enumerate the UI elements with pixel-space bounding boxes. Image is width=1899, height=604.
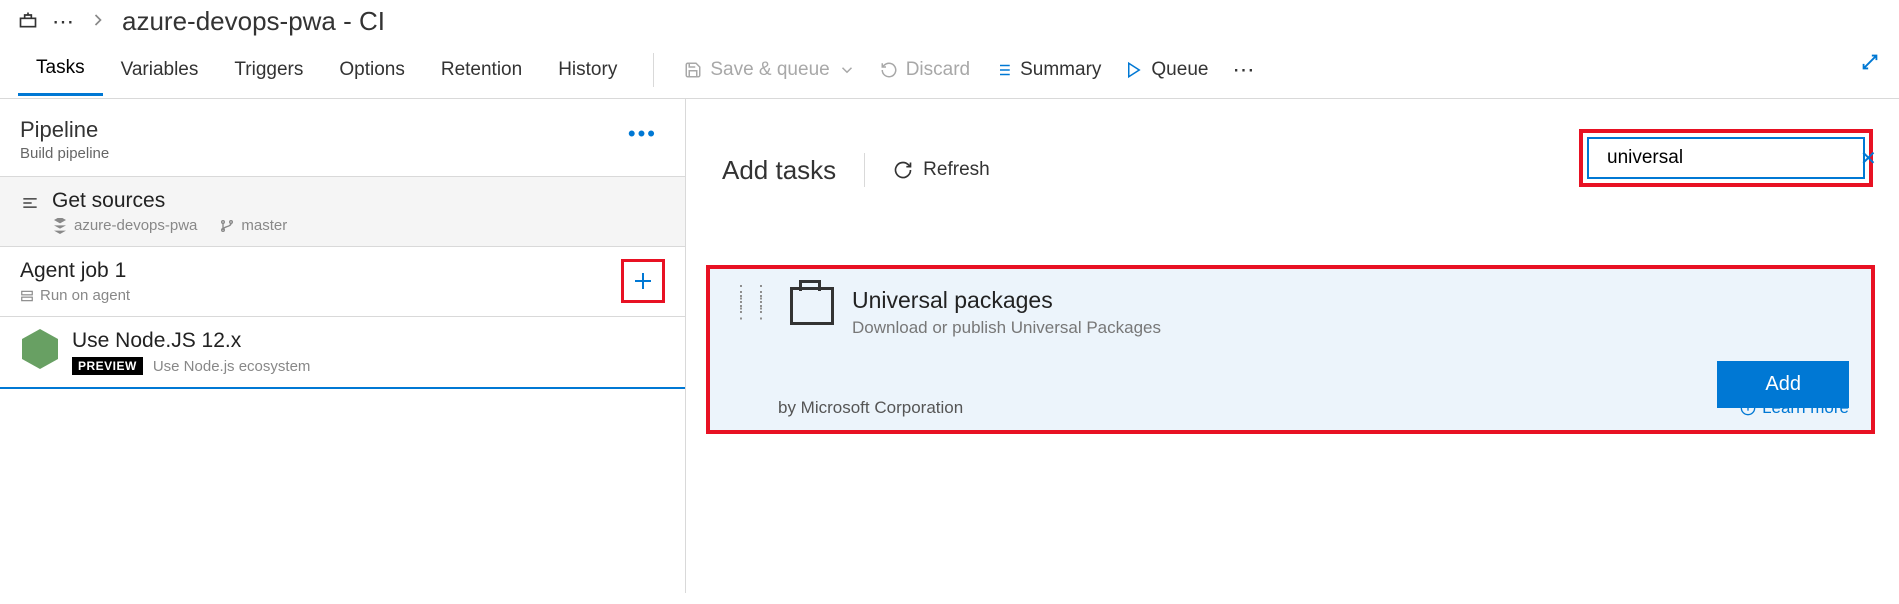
agent-job-subtitle: Run on agent xyxy=(20,287,130,304)
add-button[interactable]: Add xyxy=(1717,361,1849,408)
drag-handle-icon[interactable]: ⋮⋮⋮⋮⋮⋮ xyxy=(732,287,772,317)
tab-triggers[interactable]: Triggers xyxy=(216,45,321,95)
task-card-title: Universal packages xyxy=(852,287,1161,314)
save-queue-button[interactable]: Save & queue xyxy=(672,53,867,87)
node-task-row[interactable]: Use Node.JS 12.x PREVIEW Use Node.js eco… xyxy=(0,316,685,389)
tab-tasks[interactable]: Tasks xyxy=(18,43,103,96)
add-tasks-title: Add tasks xyxy=(722,155,836,186)
get-sources-row[interactable]: Get sources azure-devops-pwa master xyxy=(0,176,685,246)
get-sources-title: Get sources xyxy=(52,189,665,213)
refresh-button[interactable]: Refresh xyxy=(893,159,990,181)
refresh-icon xyxy=(893,160,913,180)
pipeline-panel: Pipeline Build pipeline ••• Get sources … xyxy=(0,99,686,593)
undo-icon xyxy=(880,61,898,79)
preview-badge: PREVIEW xyxy=(72,357,143,375)
branch-name: master xyxy=(241,217,287,234)
tab-retention[interactable]: Retention xyxy=(423,45,540,95)
breadcrumb: ⋯ azure-devops-pwa - CI xyxy=(0,0,1899,41)
add-tasks-panel: Add tasks Refresh ✕ ⋮⋮⋮⋮⋮⋮ Universal pac… xyxy=(686,99,1899,593)
agent-job-row[interactable]: Agent job 1 Run on agent xyxy=(0,246,685,316)
toolbar-more-button[interactable]: ⋯ xyxy=(1220,51,1266,89)
discard-label: Discard xyxy=(906,59,970,81)
play-icon xyxy=(1125,61,1143,79)
chevron-down-icon xyxy=(838,61,856,79)
more-icon[interactable]: ⋯ xyxy=(52,9,74,35)
queue-button[interactable]: Queue xyxy=(1113,53,1220,87)
page-title: azure-devops-pwa - CI xyxy=(122,6,385,37)
tab-variables[interactable]: Variables xyxy=(103,45,217,95)
tab-options[interactable]: Options xyxy=(321,45,422,95)
pipeline-more-button[interactable]: ••• xyxy=(620,117,665,151)
save-queue-label: Save & queue xyxy=(710,59,829,81)
tab-bar: Tasks Variables Triggers Options Retenti… xyxy=(0,41,1899,99)
separator xyxy=(864,153,865,187)
server-icon xyxy=(20,289,34,303)
separator xyxy=(653,53,654,87)
node-task-title: Use Node.JS 12.x xyxy=(72,329,665,353)
task-publisher: by Microsoft Corporation xyxy=(778,398,963,418)
list-icon xyxy=(994,61,1012,79)
task-search-input[interactable] xyxy=(1607,147,1852,169)
agent-job-title: Agent job 1 xyxy=(20,259,609,283)
chevron-right-icon xyxy=(88,6,108,37)
expand-button[interactable] xyxy=(1859,51,1881,78)
summary-button[interactable]: Summary xyxy=(982,53,1113,87)
queue-label: Queue xyxy=(1151,59,1208,81)
refresh-label: Refresh xyxy=(923,159,990,181)
agent-job-sub-text: Run on agent xyxy=(40,287,130,304)
package-icon xyxy=(790,287,834,325)
repo-name: azure-devops-pwa xyxy=(74,217,197,234)
repo-icon xyxy=(52,218,68,234)
pipeline-subtitle: Build pipeline xyxy=(20,145,109,162)
node-task-desc: Use Node.js ecosystem xyxy=(153,358,311,375)
pipeline-icon xyxy=(18,6,38,37)
discard-button[interactable]: Discard xyxy=(868,53,982,87)
task-card-desc: Download or publish Universal Packages xyxy=(852,318,1161,338)
task-card-universal-packages[interactable]: ⋮⋮⋮⋮⋮⋮ Universal packages Download or pu… xyxy=(706,265,1875,434)
clear-search-button[interactable]: ✕ xyxy=(1860,146,1877,171)
branch-icon xyxy=(219,218,235,234)
sources-icon xyxy=(20,193,40,218)
add-task-button[interactable] xyxy=(621,259,665,303)
save-icon xyxy=(684,61,702,79)
tab-history[interactable]: History xyxy=(540,45,635,95)
task-search[interactable]: ✕ xyxy=(1587,137,1865,179)
pipeline-title: Pipeline xyxy=(20,117,109,143)
branch-label: master xyxy=(219,217,287,234)
nodejs-icon xyxy=(20,329,60,369)
summary-label: Summary xyxy=(1020,59,1101,81)
repo-label: azure-devops-pwa xyxy=(52,217,197,234)
search-highlight: ✕ xyxy=(1579,129,1873,187)
